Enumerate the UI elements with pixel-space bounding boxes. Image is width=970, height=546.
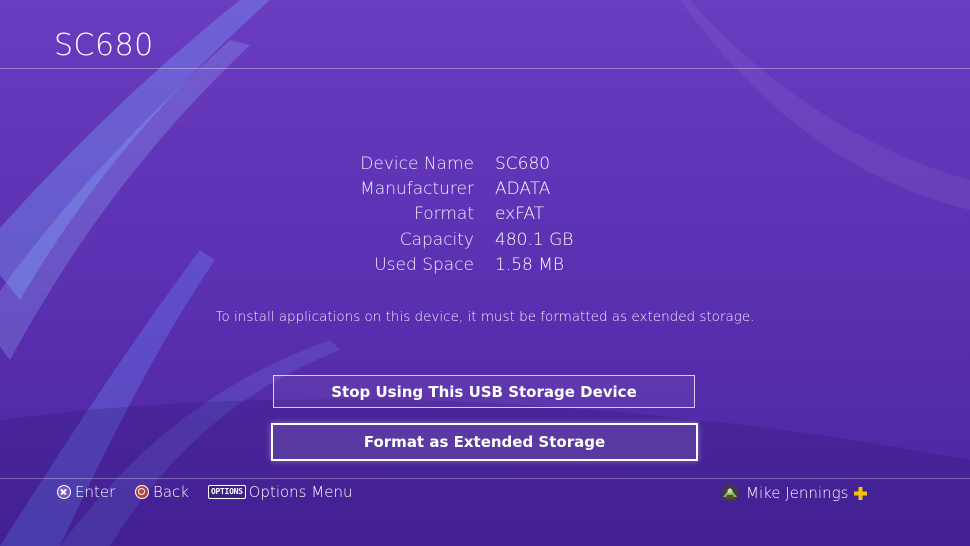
info-label: Manufacturer (360, 179, 474, 199)
info-value: SC680 (495, 154, 551, 174)
user-profile[interactable]: Mike Jennings (720, 483, 868, 503)
info-label: Device Name (360, 154, 474, 174)
format-notice: To install applications on this device, … (215, 309, 755, 325)
options-hint[interactable]: OPTIONS Options Menu (208, 483, 352, 501)
info-value: 480.1 GB (495, 230, 574, 250)
user-name: Mike Jennings (746, 484, 849, 502)
options-label: Options Menu (248, 483, 353, 501)
info-row-manufacturer: Manufacturer ADATA (0, 179, 970, 204)
info-row-device-name: Device Name SC680 (0, 154, 970, 179)
circle-button-icon (135, 485, 149, 499)
info-label: Used Space (374, 255, 474, 275)
info-value: exFAT (495, 204, 545, 224)
info-row-used-space: Used Space 1.58 MB (0, 255, 970, 280)
info-row-format: Format exFAT (0, 204, 970, 229)
stop-using-usb-button[interactable]: Stop Using This USB Storage Device (273, 375, 695, 408)
info-label: Format (414, 204, 474, 224)
cross-button-icon (57, 485, 71, 499)
info-label: Capacity (399, 230, 474, 250)
footer-bar: Enter Back OPTIONS Options Menu Mike Jen… (0, 481, 970, 505)
enter-hint[interactable]: Enter (57, 483, 115, 501)
header-divider (0, 68, 970, 69)
info-row-capacity: Capacity 480.1 GB (0, 230, 970, 255)
back-label: Back (153, 483, 189, 501)
enter-label: Enter (75, 483, 116, 501)
info-value: ADATA (495, 179, 551, 199)
footer-divider (0, 478, 970, 479)
info-value: 1.58 MB (495, 255, 565, 275)
avatar (721, 484, 739, 502)
back-hint[interactable]: Back (135, 483, 189, 501)
playstation-plus-icon (854, 486, 868, 500)
page-title: SC680 (54, 28, 154, 63)
options-button-icon: OPTIONS (208, 485, 246, 499)
format-extended-storage-button[interactable]: Format as Extended Storage (271, 423, 698, 461)
